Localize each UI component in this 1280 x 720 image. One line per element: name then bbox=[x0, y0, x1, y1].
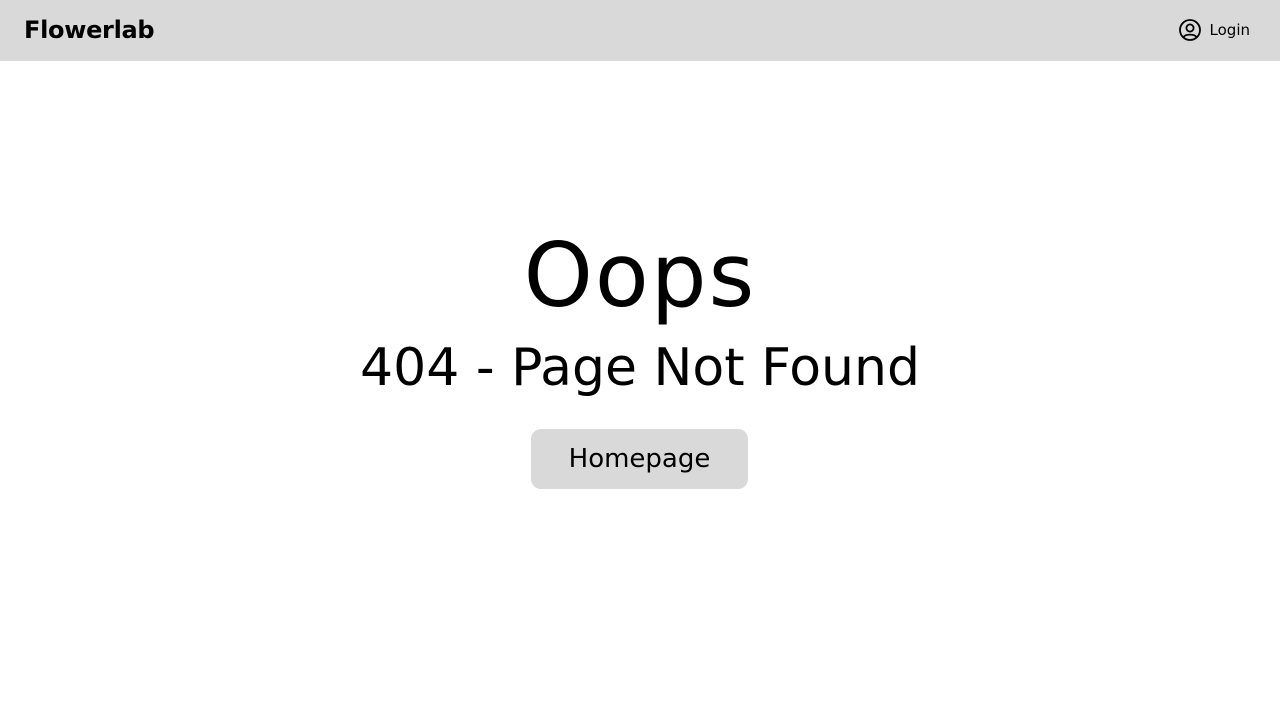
login-label: Login bbox=[1209, 21, 1250, 39]
login-link[interactable]: Login bbox=[1178, 18, 1250, 42]
error-heading: Oops bbox=[523, 224, 757, 327]
top-bar: Flowerlab Login bbox=[0, 0, 1280, 61]
user-circle-icon bbox=[1178, 18, 1202, 42]
homepage-button[interactable]: Homepage bbox=[531, 429, 748, 489]
error-subtitle: 404 - Page Not Found bbox=[360, 338, 920, 398]
brand-logo[interactable]: Flowerlab bbox=[24, 14, 155, 46]
